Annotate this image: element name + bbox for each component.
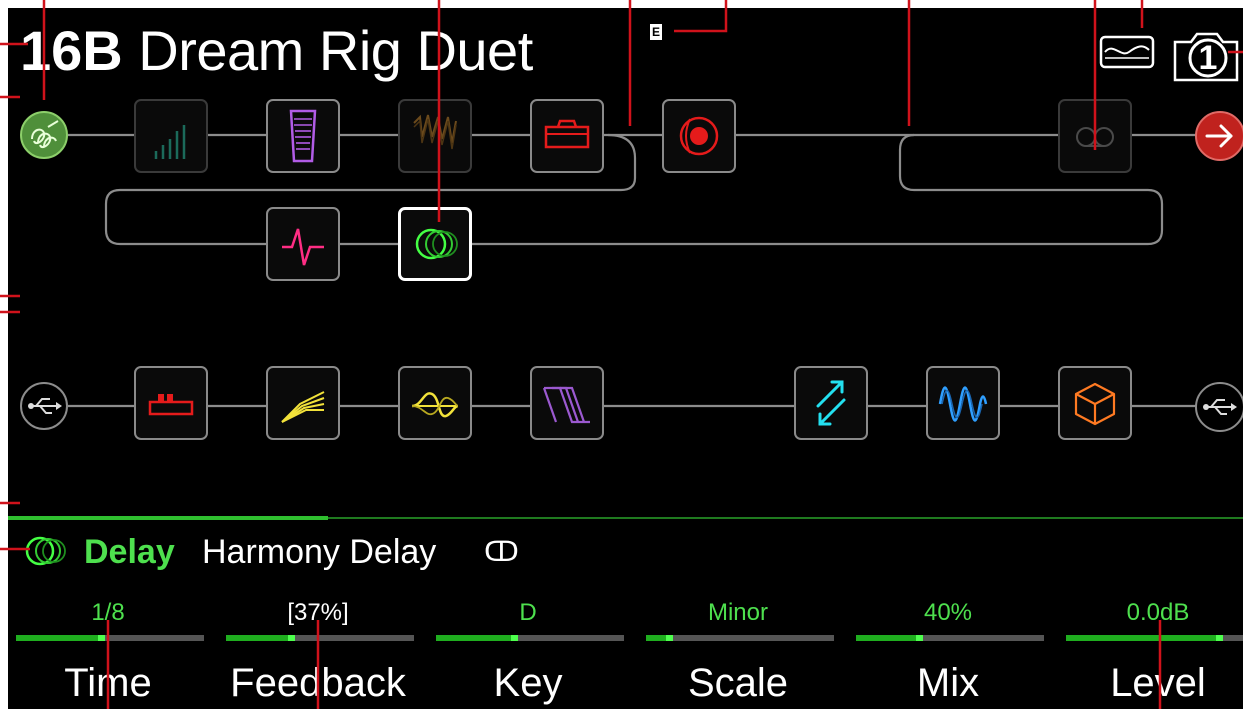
param-value: 40% <box>923 599 973 626</box>
param-value: 0.0dB <box>1126 599 1190 626</box>
inspector-scroll-indicator[interactable] <box>8 516 328 520</box>
param-slider[interactable] <box>646 635 834 641</box>
param-slider[interactable] <box>226 635 414 641</box>
param-value: 1/8 <box>91 599 125 626</box>
param-slider[interactable] <box>436 635 624 641</box>
volume-pedal-icon[interactable] <box>266 99 340 173</box>
modulation-icon[interactable] <box>926 366 1000 440</box>
helix-screen: 16B Dream Rig Duet E 1 Delay Harmony Del… <box>8 8 1243 709</box>
eq-graphic-icon[interactable] <box>134 99 208 173</box>
param-value: D <box>519 599 537 626</box>
guitar-input-icon[interactable] <box>20 111 68 159</box>
param-slider[interactable] <box>856 635 1044 641</box>
param-slider[interactable] <box>1066 635 1243 641</box>
looper-icon[interactable] <box>1058 99 1132 173</box>
param-value: [37%] <box>287 599 349 626</box>
param-label: Scale <box>687 661 789 705</box>
param-label: Time <box>64 661 152 705</box>
param-slider[interactable] <box>16 635 204 641</box>
send-return-icon[interactable] <box>794 366 868 440</box>
pitch-icon[interactable] <box>530 366 604 440</box>
multi-output-icon[interactable] <box>1195 111 1243 161</box>
usb-input-icon[interactable] <box>20 382 68 430</box>
wah-icon[interactable] <box>398 99 472 173</box>
delay-icon[interactable] <box>398 207 472 281</box>
selected-block-model: Harmony Delay <box>202 533 437 571</box>
selected-block-category: Delay <box>84 533 175 571</box>
compressor-icon[interactable] <box>266 366 340 440</box>
param-label: Key <box>493 661 563 705</box>
filter-icon[interactable] <box>398 366 472 440</box>
dynamics-icon[interactable] <box>266 207 340 281</box>
amp-icon[interactable] <box>530 99 604 173</box>
selected-block-icon <box>24 534 76 568</box>
param-value: Minor <box>707 599 768 626</box>
cab-icon[interactable] <box>662 99 736 173</box>
usb-output-icon[interactable] <box>1195 382 1243 432</box>
param-label: Feedback <box>230 661 406 705</box>
distortion-icon[interactable] <box>134 366 208 440</box>
param-label: Mix <box>916 661 980 705</box>
param-label: Level <box>1110 661 1206 705</box>
reverb-icon[interactable] <box>1058 366 1132 440</box>
stereo-link-icon: ↀ <box>484 536 519 567</box>
